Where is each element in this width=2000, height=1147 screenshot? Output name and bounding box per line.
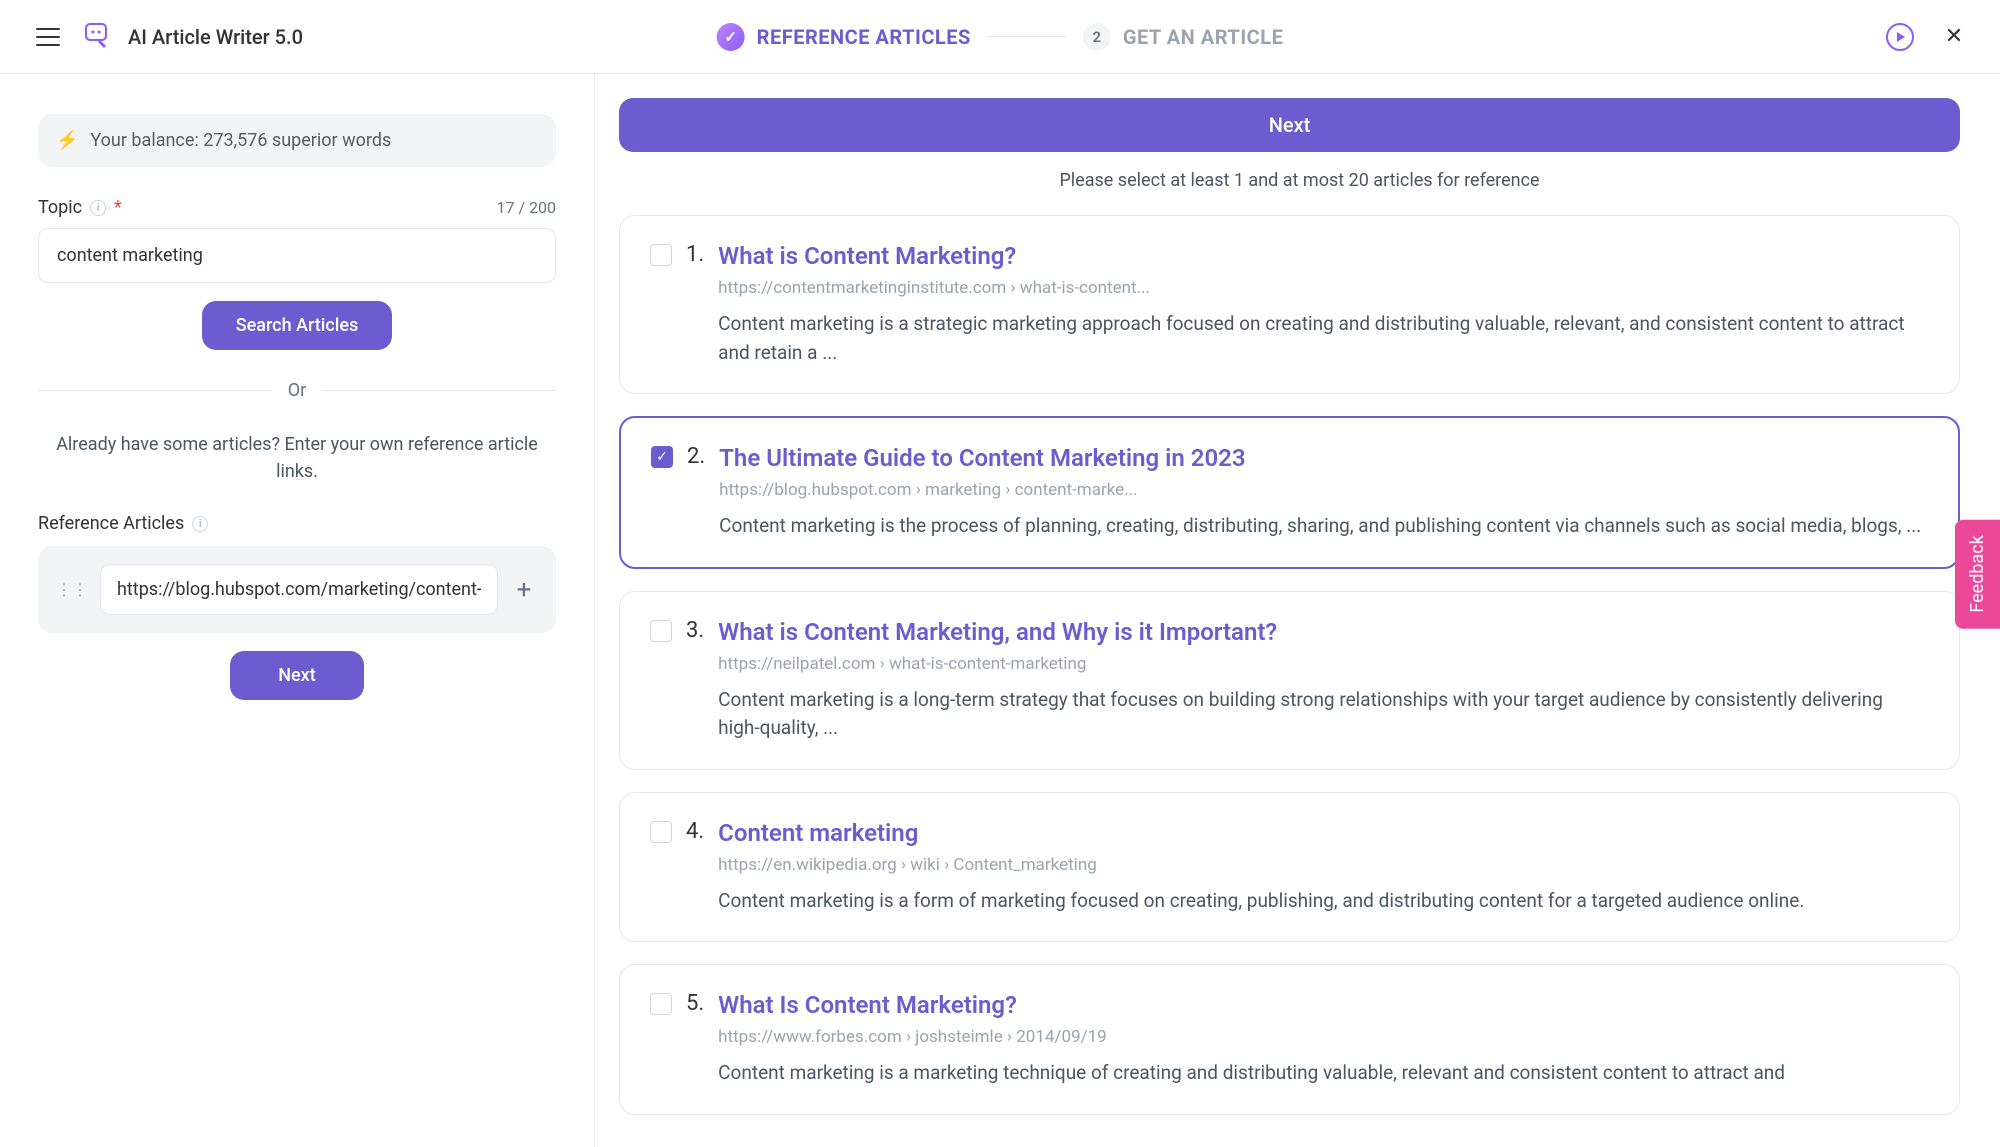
feedback-tab[interactable]: Feedback bbox=[1955, 519, 2000, 628]
app-logo: AI Article Writer 5.0 bbox=[80, 20, 303, 54]
close-icon[interactable]: ✕ bbox=[1944, 24, 1964, 49]
article-url: https://www.forbes.com › joshsteimle › 2… bbox=[718, 1027, 1929, 1047]
reference-url-input[interactable] bbox=[100, 564, 498, 615]
bolt-icon: ⚡ bbox=[56, 130, 78, 151]
writer-icon bbox=[80, 20, 114, 54]
step-separator bbox=[987, 36, 1067, 37]
balance-bar: ⚡ Your balance: 273,576 superior words bbox=[38, 114, 556, 167]
drag-handle-icon[interactable]: ⋮⋮ bbox=[56, 580, 88, 599]
article-number: 2. bbox=[687, 444, 705, 541]
topic-input[interactable] bbox=[38, 228, 556, 283]
already-have-text: Already have some articles? Enter your o… bbox=[38, 431, 556, 485]
article-checkbox[interactable] bbox=[650, 993, 672, 1015]
article-url: https://en.wikipedia.org › wiki › Conten… bbox=[718, 855, 1929, 875]
article-checkbox[interactable] bbox=[650, 821, 672, 843]
topic-label: Topic bbox=[38, 197, 82, 218]
step2-label: GET AN ARTICLE bbox=[1123, 25, 1284, 49]
article-url: https://blog.hubspot.com › marketing › c… bbox=[719, 480, 1928, 500]
article-snippet: Content marketing is a strategic marketi… bbox=[718, 310, 1929, 367]
article-number: 4. bbox=[686, 819, 704, 916]
article-card[interactable]: 5. What Is Content Marketing? https://www.… bbox=[619, 964, 1960, 1115]
article-title[interactable]: What is Content Marketing, and Why is it… bbox=[718, 618, 1929, 646]
article-card[interactable]: 3. What is Content Marketing, and Why is … bbox=[619, 591, 1960, 770]
article-url: https://contentmarketinginstitute.com › … bbox=[718, 278, 1929, 298]
article-title[interactable]: What Is Content Marketing? bbox=[718, 991, 1929, 1019]
article-url: https://neilpatel.com › what-is-content-… bbox=[718, 654, 1929, 674]
step-reference-articles[interactable]: ✓ REFERENCE ARTICLES bbox=[717, 23, 971, 51]
balance-text: Your balance: 273,576 superior words bbox=[90, 130, 391, 151]
sidebar-next-button[interactable]: Next bbox=[230, 651, 363, 700]
article-snippet: Content marketing is a form of marketing… bbox=[718, 887, 1929, 916]
article-title[interactable]: The Ultimate Guide to Content Marketing … bbox=[719, 444, 1928, 472]
article-number: 1. bbox=[686, 242, 704, 367]
selection-help-text: Please select at least 1 and at most 20 … bbox=[619, 170, 1980, 191]
article-number: 5. bbox=[686, 991, 704, 1088]
info-icon[interactable]: i bbox=[192, 516, 208, 532]
info-icon[interactable]: i bbox=[90, 200, 106, 216]
play-icon[interactable] bbox=[1886, 23, 1914, 51]
main-next-button[interactable]: Next bbox=[619, 98, 1960, 152]
article-title[interactable]: What is Content Marketing? bbox=[718, 242, 1929, 270]
separator-line bbox=[38, 390, 272, 391]
step1-label: REFERENCE ARTICLES bbox=[757, 25, 971, 49]
article-number: 3. bbox=[686, 618, 704, 743]
article-snippet: Content marketing is the process of plan… bbox=[719, 512, 1928, 541]
plus-icon[interactable]: + bbox=[510, 575, 538, 605]
reference-input-box: ⋮⋮ + bbox=[38, 546, 556, 633]
article-card[interactable]: ✓ 2. The Ultimate Guide to Content Marketi… bbox=[619, 416, 1960, 569]
article-checkbox[interactable] bbox=[650, 620, 672, 642]
topic-char-count: 17 / 200 bbox=[497, 198, 557, 217]
search-articles-button[interactable]: Search Articles bbox=[202, 301, 393, 350]
step2-number: 2 bbox=[1083, 23, 1111, 51]
article-snippet: Content marketing is a marketing techniq… bbox=[718, 1059, 1929, 1088]
article-snippet: Content marketing is a long-term strateg… bbox=[718, 686, 1929, 743]
menu-icon[interactable] bbox=[36, 28, 60, 46]
separator-line bbox=[322, 390, 556, 391]
app-title: AI Article Writer 5.0 bbox=[128, 25, 303, 49]
or-text: Or bbox=[288, 380, 306, 401]
article-checkbox[interactable]: ✓ bbox=[651, 446, 673, 468]
reference-articles-label: Reference Articles bbox=[38, 513, 184, 534]
article-checkbox[interactable] bbox=[650, 244, 672, 266]
article-card[interactable]: 1. What is Content Marketing? https://cont… bbox=[619, 215, 1960, 394]
checkmark-icon: ✓ bbox=[717, 23, 745, 51]
required-asterisk: * bbox=[114, 197, 122, 218]
article-card[interactable]: 4. Content marketing https://en.wikipedia.… bbox=[619, 792, 1960, 943]
article-title[interactable]: Content marketing bbox=[718, 819, 1929, 847]
step-get-article[interactable]: 2 GET AN ARTICLE bbox=[1083, 23, 1284, 51]
